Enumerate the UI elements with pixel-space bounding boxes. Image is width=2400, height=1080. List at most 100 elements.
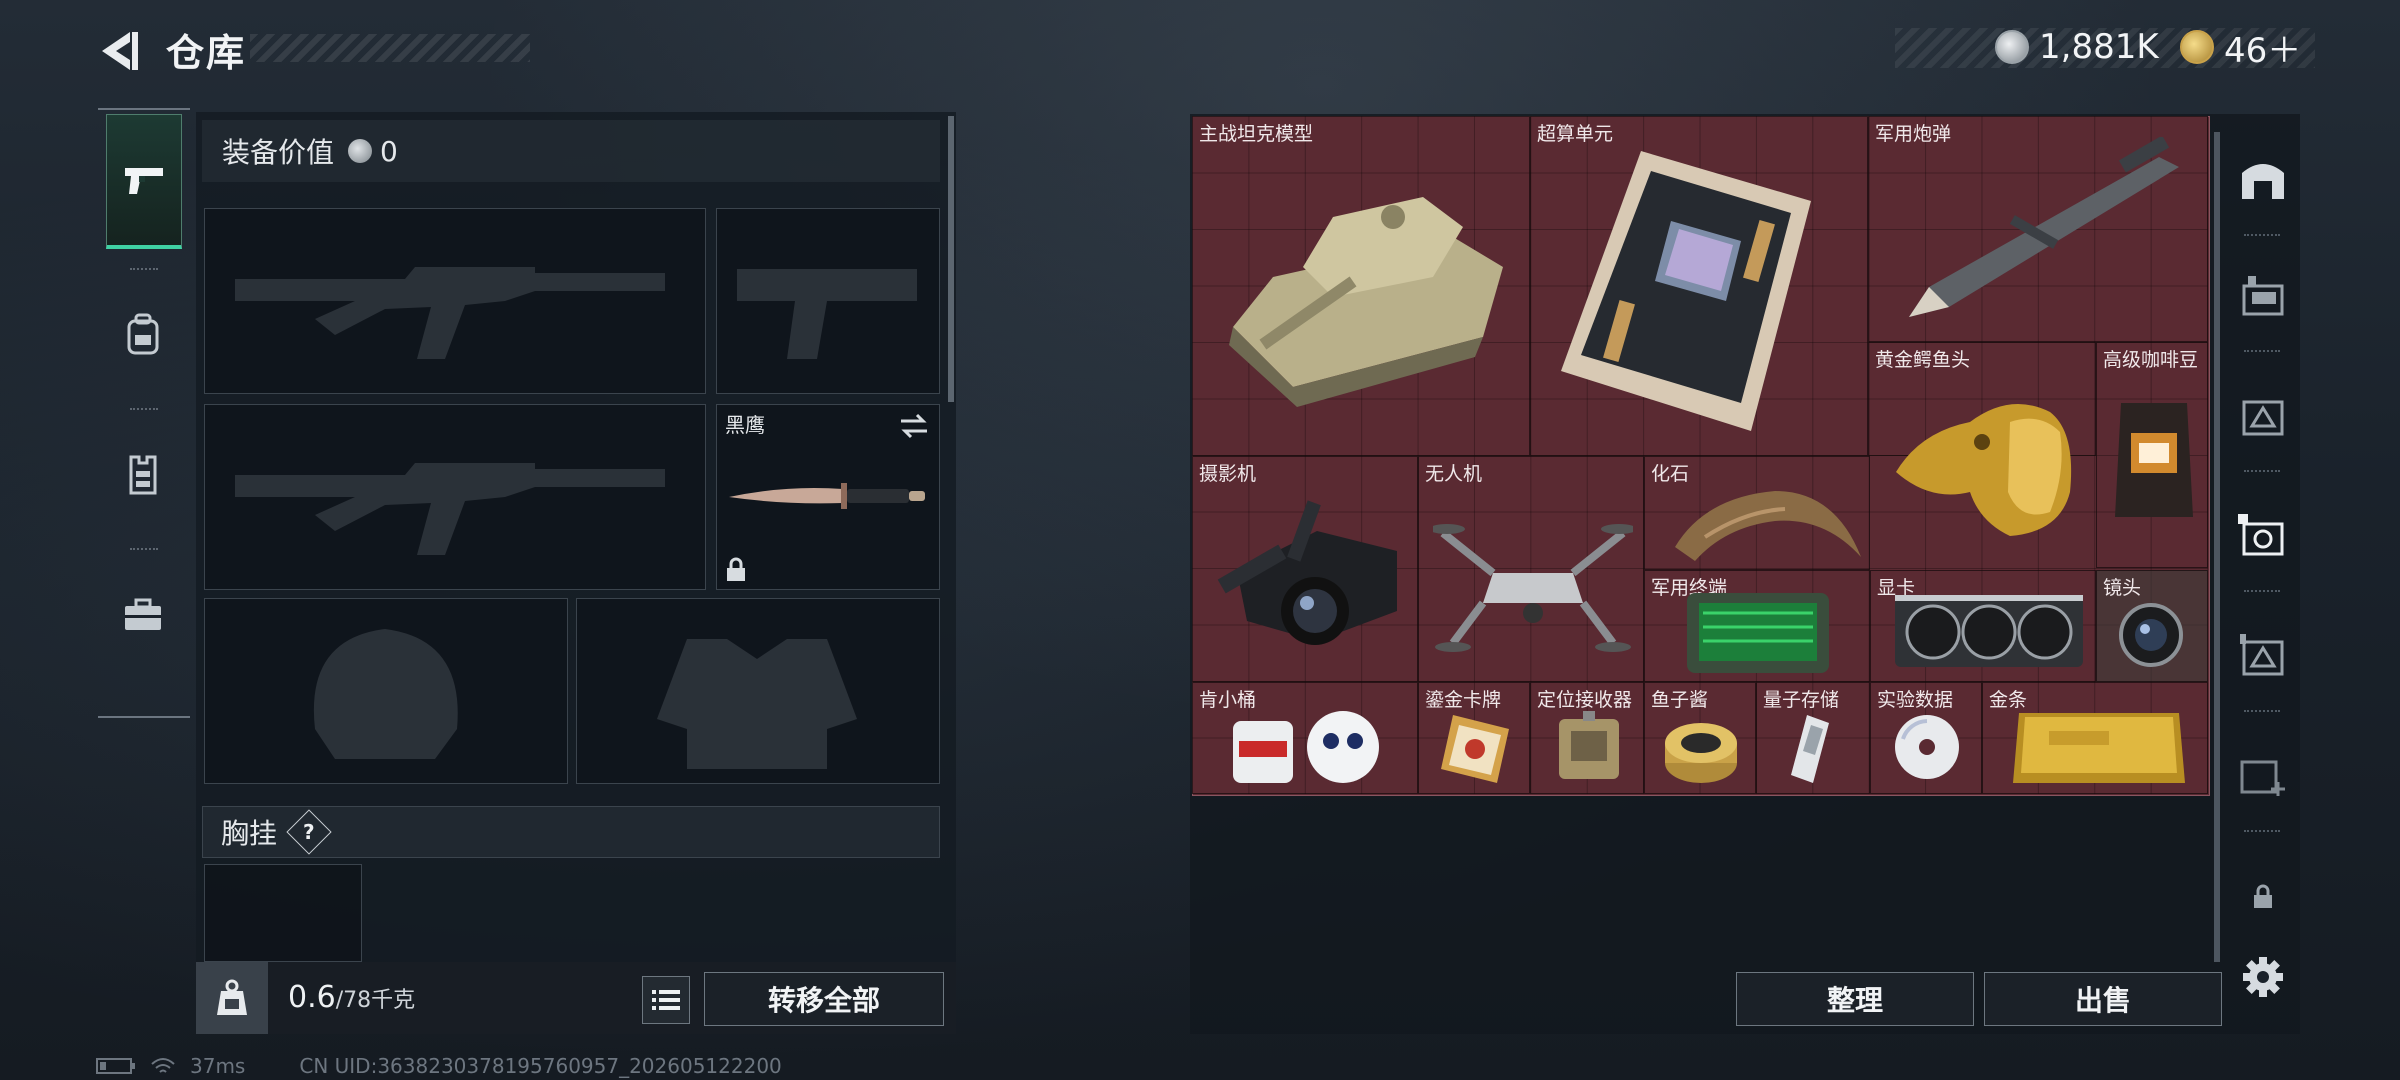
weight-icon-box [196,962,268,1034]
equipment-tabs [98,108,190,718]
settings-button[interactable] [2232,946,2294,1008]
weight-readout: 0.6/78千克 [288,980,415,1015]
storage-1-icon [2242,276,2284,316]
storage-1-button[interactable] [2232,264,2294,326]
item-gilded-card[interactable]: 鎏金卡牌 [1418,682,1530,794]
melee-slot[interactable]: 黑鹰 [716,404,940,590]
pistol-silhouette-icon [737,269,917,359]
item-tank-model[interactable]: 主战坦克模型 [1192,116,1530,456]
silver-currency[interactable]: 1,881K [1995,24,2159,70]
tab-briefcase[interactable] [106,550,180,680]
gold-token-icon [2180,30,2214,64]
helmet-slot[interactable] [204,598,568,784]
item-camera-lens[interactable]: 镜头 [2096,570,2208,682]
help-glyph: ? [303,819,315,844]
backpack-icon [127,313,159,355]
storage-4-icon [2238,514,2284,556]
add-storage-icon [2240,760,2285,796]
list-view-button[interactable] [642,976,690,1024]
gold-crocodile-head-icon [1896,404,2072,536]
item-video-camera[interactable]: 摄影机 [1192,456,1418,682]
item-label: 镜头 [2103,577,2142,599]
item-label: 主战坦克模型 [1199,123,1314,145]
item-label: 高级咖啡豆 [2103,349,2199,371]
add-storage-button[interactable] [2232,744,2294,806]
item-experimental-data[interactable]: 实验数据 [1870,682,1982,794]
armor-slot[interactable] [576,598,940,784]
weight-current: 0.6 [288,980,336,1015]
armor-silhouette-icon [657,639,857,769]
item-label: 实验数据 [1877,689,1954,711]
equipment-value-header: 装备价值 0 [202,120,940,182]
lock-icon [727,557,745,581]
sell-button[interactable]: 出售 [1984,972,2222,1026]
stash-scrollbar[interactable] [2214,132,2220,962]
chest-rig-header: 胸挂 ? [202,806,940,858]
item-premium-coffee-beans[interactable]: 高级咖啡豆 [2096,342,2208,568]
page-title: 仓库 [166,31,247,75]
list-icon [652,990,680,1010]
melee-slot-label: 黑鹰 [725,413,765,437]
gold-card-icon [1441,715,1509,783]
item-label: 鎏金卡牌 [1425,689,1502,711]
gps-receiver-icon [1559,711,1619,779]
item-label: 摄影机 [1199,463,1257,485]
sort-button[interactable]: 整理 [1736,972,1974,1026]
back-button[interactable] [96,28,142,74]
drone-icon [1433,524,1633,652]
equipment-value-label: 装备价值 [222,136,335,169]
chest-rig-label: 胸挂 [221,817,278,850]
coffee-bag-icon [2115,403,2193,517]
pistol-icon [125,168,163,194]
storage-lock-button[interactable] [2232,866,2294,928]
secondary-weapon-slot[interactable] [204,404,706,590]
fossil-claw-icon [1675,491,1861,561]
briefcase-icon [125,598,161,630]
silver-coin-icon [348,139,373,163]
helmet-silhouette-icon [313,629,458,759]
weight-kg-icon [217,979,247,1015]
storage-3-icon [2240,634,2284,676]
swap-icon[interactable] [899,413,929,439]
help-icon[interactable]: ? [286,809,332,855]
gold-bar-icon [2013,713,2185,783]
gold-currency-value: 46＋ [2224,30,2302,71]
camera-lens-icon [2119,603,2183,667]
storage-2-icon [2242,400,2284,436]
equipment-scrollbar[interactable] [948,116,954,402]
gold-currency[interactable]: 46＋ [2180,24,2302,71]
vest-icon [129,455,157,495]
storage-2-button[interactable] [2232,384,2294,446]
storage-3-button[interactable] [2232,624,2294,686]
item-label: 黄金鳄鱼头 [1875,349,1971,371]
quantum-storage-icon [1791,715,1829,783]
tab-backpack[interactable] [106,270,180,400]
back-arrow-icon [102,32,138,70]
item-military-shell[interactable]: 军用炮弹 [1868,116,2208,342]
tab-vest[interactable] [106,410,180,540]
bucket-figure-icon [1233,711,1379,783]
status-bar: 37ms CN UID:3638230378195760957_20260512… [96,1054,782,1078]
item-positioning-receiver[interactable]: 定位接收器 [1530,682,1644,794]
tank-model-icon [1229,197,1503,407]
pistol-slot[interactable] [716,208,940,394]
item-caviar[interactable]: 鱼子酱 [1644,682,1756,794]
silver-coin-icon [1995,30,2029,64]
chest-rig-slot[interactable] [204,864,362,962]
transfer-all-button[interactable]: 转移全部 [704,972,944,1026]
item-graphics-card[interactable]: 显卡 [1870,570,2096,682]
primary-weapon-slot[interactable] [204,208,706,394]
silver-currency-value: 1,881K [2039,27,2159,67]
item-gold-bar[interactable]: 金条 [1982,682,2208,794]
tab-weapons[interactable] [106,114,182,249]
item-drone[interactable]: 无人机 [1418,456,1644,682]
settings-gear-icon [2243,957,2283,997]
item-quantum-storage[interactable]: 量子存储 [1756,682,1870,794]
item-military-terminal[interactable]: 军用终端 [1644,570,1870,682]
stash-home-button[interactable] [2232,148,2294,210]
storage-4-button[interactable] [2232,504,2294,566]
item-supercomputer-unit[interactable]: 超算单元 [1530,116,1868,456]
item-fossil[interactable]: 化石 [1644,456,1870,570]
item-label: 无人机 [1425,463,1483,485]
item-bucket-figure[interactable]: 肯小桶 [1192,682,1418,794]
